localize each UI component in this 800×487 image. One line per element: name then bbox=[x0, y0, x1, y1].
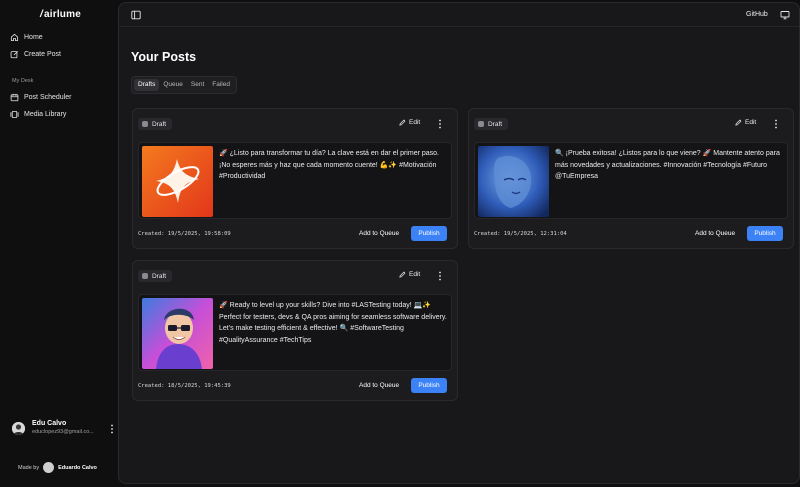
post-text: 🚀 ¿Listo para transformar tu día? La cla… bbox=[219, 150, 439, 180]
edit-button[interactable]: Edit bbox=[399, 271, 420, 278]
more-vertical-icon[interactable] bbox=[438, 271, 442, 281]
post-card: Draft Edit 🚀 ¿Listo para transformar tu … bbox=[132, 108, 458, 249]
post-text: 🔍 ¡Prueba exitosa! ¿Listos para lo que v… bbox=[555, 150, 780, 180]
edit-label: Edit bbox=[409, 119, 421, 126]
status-dot-icon bbox=[142, 273, 148, 279]
post-card: Draft Edit 🚀 Ready to level up your skil… bbox=[132, 260, 458, 401]
made-by: Made by Eduardo Calvo bbox=[18, 462, 97, 473]
author-name[interactable]: Eduardo Calvo bbox=[58, 465, 97, 471]
edit-button[interactable]: Edit bbox=[399, 119, 420, 126]
sidebar-item-post-scheduler[interactable]: Post Scheduler bbox=[10, 90, 71, 104]
status-badge: Draft bbox=[138, 270, 173, 282]
sidebar-item-label: Post Scheduler bbox=[24, 93, 72, 101]
home-icon bbox=[10, 33, 19, 42]
post-image bbox=[142, 146, 213, 217]
add-to-queue-button[interactable]: Add to Queue bbox=[691, 226, 740, 241]
section-label-my-desk: My Desk bbox=[12, 78, 34, 84]
status-label: Draft bbox=[488, 120, 503, 128]
post-card: Draft Edit 🔍 ¡Prueba exitosa! ¿Listos pa… bbox=[468, 108, 794, 249]
tab-failed[interactable]: Failed bbox=[208, 79, 234, 91]
sidebar: /airlume Home Create Post My Desk Post S… bbox=[0, 0, 118, 487]
sidebar-item-label: Create Post bbox=[24, 50, 61, 58]
pencil-icon bbox=[735, 119, 742, 126]
create-post-icon bbox=[10, 50, 19, 59]
page-title: Your Posts bbox=[131, 50, 197, 64]
status-dot-icon bbox=[478, 121, 484, 127]
sidebar-toggle-icon[interactable] bbox=[131, 10, 141, 20]
sidebar-item-create-post[interactable]: Create Post bbox=[10, 47, 61, 61]
github-link[interactable]: GitHub bbox=[746, 11, 768, 18]
status-badge: Draft bbox=[474, 118, 509, 130]
post-image bbox=[142, 298, 213, 369]
status-label: Draft bbox=[152, 120, 167, 128]
user-email: educlopez93@gmail.co... bbox=[32, 429, 94, 435]
calendar-icon bbox=[10, 93, 19, 102]
add-to-queue-button[interactable]: Add to Queue bbox=[355, 226, 404, 241]
user-name: Edu Calvo bbox=[32, 420, 67, 427]
created-timestamp: Created: 18/5/2025, 19:45:39 bbox=[138, 383, 231, 389]
sidebar-item-label: Home bbox=[24, 33, 43, 41]
created-timestamp: Created: 19/5/2025, 12:31:04 bbox=[474, 231, 567, 237]
avatar bbox=[12, 422, 25, 435]
sidebar-item-label: Media Library bbox=[24, 110, 67, 118]
post-content: 🚀 Ready to level up your skills? Dive in… bbox=[138, 294, 452, 371]
media-library-icon bbox=[10, 110, 19, 119]
post-content: 🔍 ¡Prueba exitosa! ¿Listos para lo que v… bbox=[474, 142, 788, 219]
status-dot-icon bbox=[142, 121, 148, 127]
publish-button[interactable]: Publish bbox=[411, 226, 447, 241]
publish-button[interactable]: Publish bbox=[411, 378, 447, 393]
author-avatar bbox=[43, 462, 55, 473]
more-vertical-icon[interactable] bbox=[110, 424, 114, 434]
post-content: 🚀 ¿Listo para transformar tu día? La cla… bbox=[138, 142, 452, 219]
more-vertical-icon[interactable] bbox=[774, 119, 778, 129]
pencil-icon bbox=[399, 119, 406, 126]
pencil-icon bbox=[399, 271, 406, 278]
user-profile[interactable]: Edu Calvo educlopez93@gmail.co... bbox=[12, 420, 114, 440]
more-vertical-icon[interactable] bbox=[438, 119, 442, 129]
top-bar: GitHub bbox=[119, 3, 799, 27]
edit-label: Edit bbox=[409, 271, 421, 278]
sidebar-item-media-library[interactable]: Media Library bbox=[10, 107, 66, 121]
post-text: 🚀 Ready to level up your skills? Dive in… bbox=[219, 302, 447, 344]
tab-queue[interactable]: Queue bbox=[159, 79, 187, 91]
theme-toggle-icon[interactable] bbox=[780, 10, 790, 20]
post-image bbox=[478, 146, 549, 217]
edit-label: Edit bbox=[745, 119, 757, 126]
tab-drafts[interactable]: Drafts bbox=[134, 79, 160, 91]
publish-button[interactable]: Publish bbox=[747, 226, 783, 241]
status-badge: Draft bbox=[138, 118, 173, 130]
made-by-label: Made by bbox=[18, 464, 40, 471]
status-label: Draft bbox=[152, 272, 167, 280]
edit-button[interactable]: Edit bbox=[735, 119, 756, 126]
sidebar-item-home[interactable]: Home bbox=[10, 30, 43, 44]
app-name: airlume bbox=[43, 9, 81, 20]
created-timestamp: Created: 19/5/2025, 19:58:09 bbox=[138, 231, 231, 237]
app-logo[interactable]: /airlume bbox=[40, 9, 81, 20]
add-to-queue-button[interactable]: Add to Queue bbox=[355, 378, 404, 393]
main-panel: GitHub Your Posts Drafts Queue Sent Fail… bbox=[118, 2, 800, 484]
logo-mark: / bbox=[40, 9, 43, 20]
tab-sent[interactable]: Sent bbox=[187, 79, 208, 91]
post-tabs: Drafts Queue Sent Failed bbox=[131, 76, 237, 94]
